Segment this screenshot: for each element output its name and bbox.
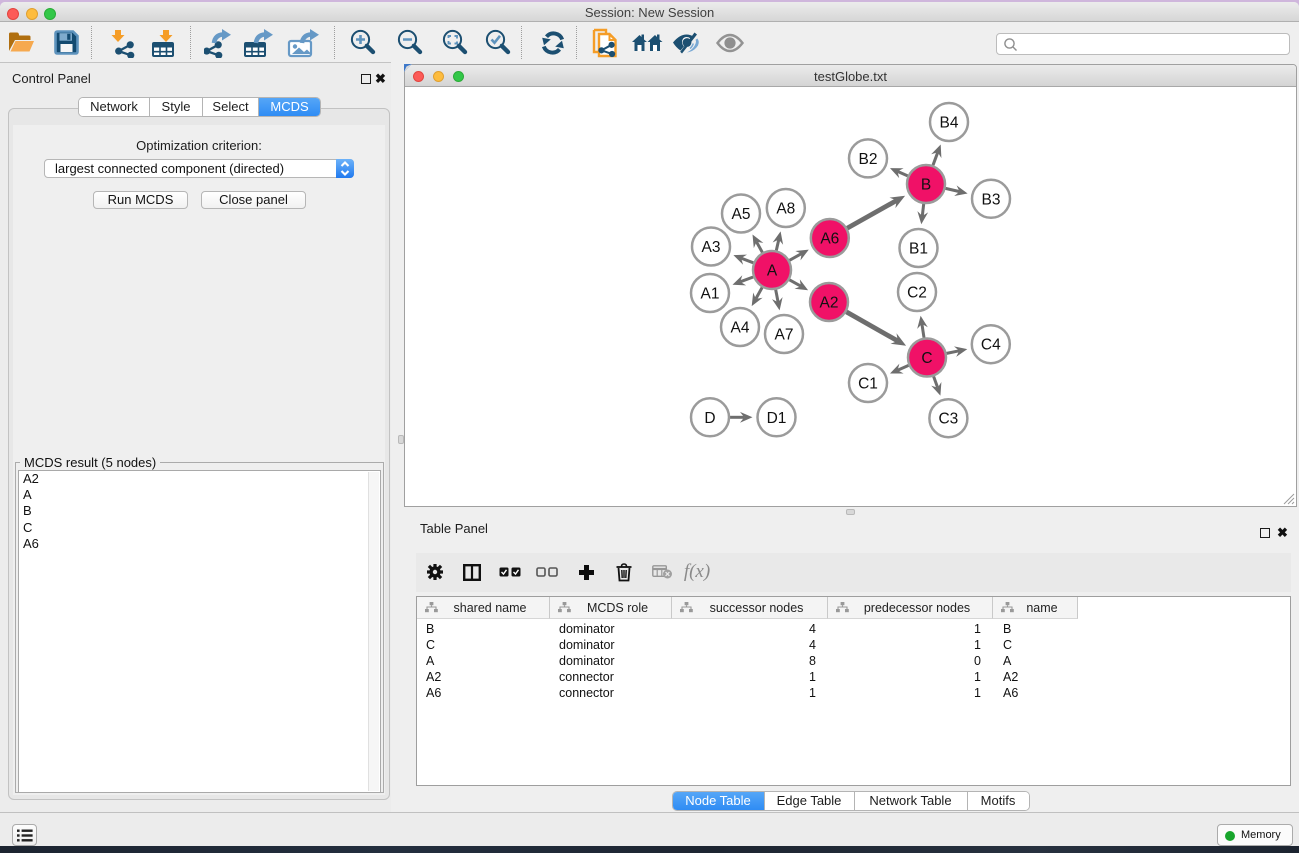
svg-text:A5: A5	[732, 206, 751, 223]
svg-text:C2: C2	[907, 285, 927, 302]
svg-text:D1: D1	[767, 410, 787, 427]
svg-text:A4: A4	[731, 320, 750, 337]
svg-text:B2: B2	[859, 151, 878, 168]
svg-text:A: A	[767, 263, 778, 280]
svg-text:A7: A7	[775, 327, 794, 344]
svg-text:C: C	[921, 350, 932, 367]
svg-text:B: B	[921, 177, 931, 194]
svg-text:A8: A8	[776, 201, 795, 218]
svg-text:B3: B3	[982, 191, 1001, 208]
svg-text:A6: A6	[820, 231, 839, 248]
svg-text:A3: A3	[702, 239, 721, 256]
svg-text:A1: A1	[701, 286, 720, 303]
svg-text:A2: A2	[820, 295, 839, 312]
svg-text:B4: B4	[940, 115, 959, 132]
svg-text:B1: B1	[909, 241, 928, 258]
svg-text:C4: C4	[981, 337, 1001, 354]
svg-text:C1: C1	[858, 376, 878, 393]
svg-text:D: D	[704, 410, 715, 427]
svg-text:C3: C3	[938, 411, 958, 428]
